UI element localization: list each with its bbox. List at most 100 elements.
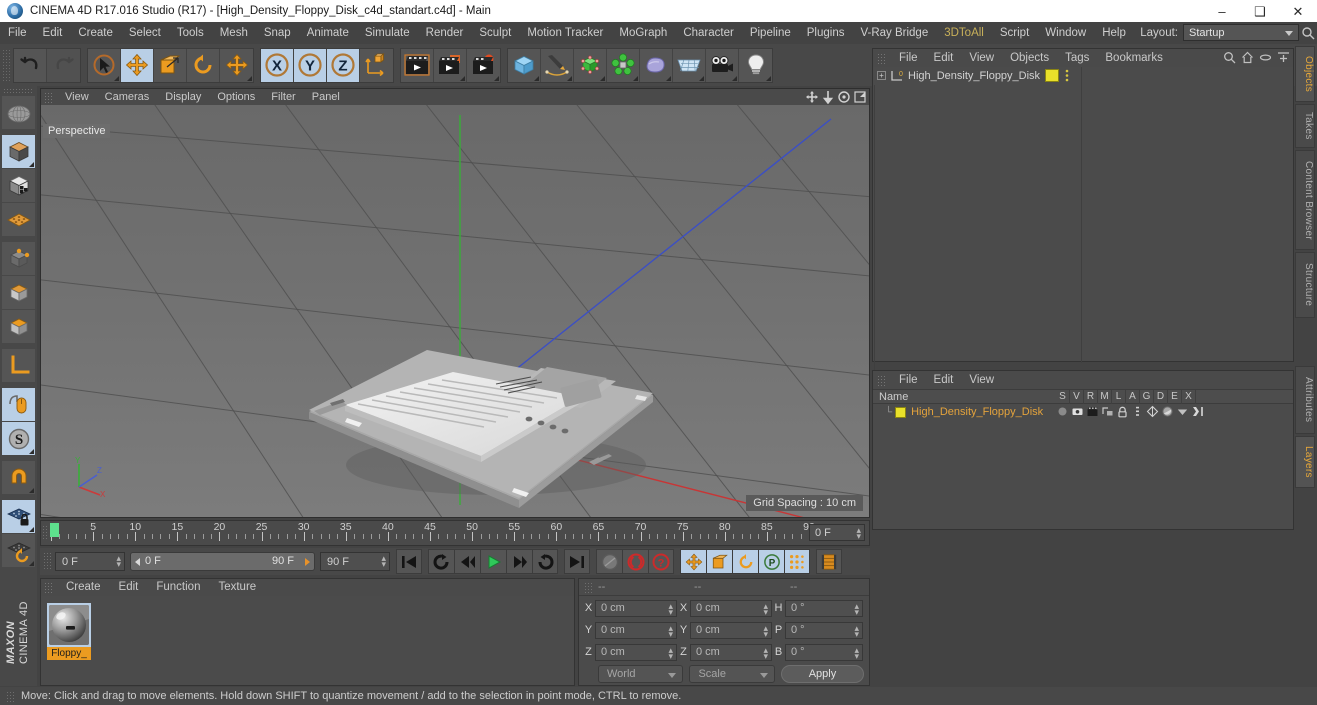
spinner-icon[interactable]: ▴ ▾: [668, 601, 673, 616]
parameter-key-button[interactable]: P: [758, 549, 784, 574]
menu-mesh[interactable]: Mesh: [212, 22, 256, 44]
loop-playback-button[interactable]: [532, 549, 558, 574]
menu-render[interactable]: Render: [418, 22, 472, 44]
timeline-view-button[interactable]: [816, 549, 842, 574]
menu-mograph[interactable]: MoGraph: [611, 22, 675, 44]
play-forward-button[interactable]: [480, 549, 506, 574]
spinner-icon[interactable]: ▴ ▾: [763, 601, 768, 616]
play-backwards-loop-button[interactable]: [428, 549, 454, 574]
array-modeling-button[interactable]: [607, 48, 640, 82]
menu-select[interactable]: Select: [121, 22, 169, 44]
magnet-tool-button[interactable]: [2, 461, 35, 494]
step-forward-button[interactable]: [506, 549, 532, 574]
menu-edit[interactable]: Edit: [35, 22, 71, 44]
tab-objects[interactable]: Objects: [1295, 46, 1315, 102]
rotation-h-input[interactable]: 0 ° ▴ ▾: [785, 599, 863, 617]
left-toolbar-grip[interactable]: [3, 88, 34, 95]
undo-button[interactable]: [14, 48, 47, 82]
spinner-icon[interactable]: ▴ ▾: [856, 526, 861, 541]
search-icon[interactable]: [1223, 51, 1236, 64]
spinner-icon[interactable]: ▴ ▾: [763, 645, 768, 660]
viewport-menu-options[interactable]: Options: [209, 89, 263, 105]
minimize-button[interactable]: –: [1203, 0, 1241, 22]
menu-plugins[interactable]: Plugins: [799, 22, 853, 44]
timeline-grip[interactable]: [42, 525, 49, 541]
transform-mode-dropdown[interactable]: Scale: [689, 665, 775, 683]
cube-primitive-button[interactable]: [508, 48, 541, 82]
timeline-current-frame-field[interactable]: 0 F ▴ ▾: [809, 524, 865, 541]
object-menu-view[interactable]: View: [961, 49, 1002, 67]
tab-structure[interactable]: Structure: [1295, 252, 1315, 318]
menu-file[interactable]: File: [0, 22, 35, 44]
material-manager-grip[interactable]: [44, 582, 53, 593]
material-menu-texture[interactable]: Texture: [209, 579, 265, 596]
move-camera-icon[interactable]: [805, 90, 819, 104]
size-y-input[interactable]: 0 cm ▴ ▾: [690, 621, 772, 639]
points-mode-button[interactable]: [2, 242, 35, 275]
layer-manager[interactable]: File Edit View Name S V R M L A G D E X …: [872, 370, 1294, 530]
column-a[interactable]: A: [1126, 390, 1140, 404]
polygons-mode-button[interactable]: [2, 310, 35, 343]
viewport-menu-filter[interactable]: Filter: [263, 89, 303, 105]
move-tool-button[interactable]: [121, 48, 154, 82]
keyframe-selection-button[interactable]: ?: [648, 549, 674, 574]
menu-window[interactable]: Window: [1037, 22, 1094, 44]
pen-spline-button[interactable]: [541, 48, 574, 82]
link-icon[interactable]: [1259, 51, 1272, 64]
rotation-key-button[interactable]: [732, 549, 758, 574]
layer-color-swatch[interactable]: [895, 406, 907, 418]
position-y-input[interactable]: 0 cm ▴ ▾: [595, 621, 677, 639]
light-button[interactable]: [739, 48, 772, 82]
spinner-icon[interactable]: ▴ ▾: [668, 623, 673, 638]
object-menu-bookmarks[interactable]: Bookmarks: [1097, 49, 1171, 67]
point-level-animation-button[interactable]: [784, 549, 810, 574]
home-icon[interactable]: [1241, 51, 1254, 64]
timeline-playhead[interactable]: [50, 523, 59, 537]
deformer-icon[interactable]: [1146, 405, 1159, 418]
layer-manager-grip[interactable]: [877, 374, 886, 386]
tool-icon[interactable]: [1191, 405, 1204, 418]
tab-content-browser[interactable]: Content Browser: [1295, 150, 1315, 250]
position-z-input[interactable]: 0 cm ▴ ▾: [595, 643, 677, 661]
rotate-tool-button[interactable]: [187, 48, 220, 82]
layer-menu-view[interactable]: View: [961, 371, 1002, 389]
menu-vray-bridge[interactable]: V-Ray Bridge: [852, 22, 936, 44]
live-selection-tool-button[interactable]: [88, 48, 121, 82]
deformer-bend-button[interactable]: [640, 48, 673, 82]
column-m[interactable]: M: [1098, 390, 1112, 404]
status-bar-grip[interactable]: [6, 690, 15, 702]
list-icon[interactable]: [1131, 405, 1144, 418]
layer-menu-edit[interactable]: Edit: [926, 371, 962, 389]
viewport-canvas[interactable]: Perspective Grid Spacing : 10 cm Y X Z: [41, 105, 869, 517]
model-mode-button[interactable]: [2, 135, 35, 168]
material-name-label[interactable]: Floppy_: [47, 647, 91, 660]
object-menu-tags[interactable]: Tags: [1057, 49, 1097, 67]
maximize-viewport-icon[interactable]: [853, 90, 867, 104]
material-icon[interactable]: [1101, 405, 1114, 418]
render-icon[interactable]: [1086, 405, 1099, 418]
spinner-icon[interactable]: ▴ ▾: [854, 601, 859, 616]
orbit-camera-icon[interactable]: [837, 90, 851, 104]
column-s[interactable]: S: [1056, 390, 1070, 404]
texture-mode-button[interactable]: [2, 169, 35, 202]
object-manager-grip[interactable]: [877, 52, 886, 64]
object-menu-edit[interactable]: Edit: [926, 49, 962, 67]
scene-floor-button[interactable]: [673, 48, 706, 82]
spinner-icon[interactable]: ▴ ▾: [854, 645, 859, 660]
smooth-icon[interactable]: [1161, 405, 1174, 418]
timeline-ruler[interactable]: 051015202530354045505560657075808590 0 F…: [40, 520, 870, 546]
menu-motion-tracker[interactable]: Motion Tracker: [519, 22, 611, 44]
viewport-solo-button[interactable]: S: [2, 422, 35, 455]
autokeying-button[interactable]: [622, 549, 648, 574]
make-editable-button[interactable]: [2, 96, 35, 129]
coordinate-system-dropdown[interactable]: World: [598, 665, 684, 683]
close-button[interactable]: ✕: [1279, 0, 1317, 22]
column-e[interactable]: E: [1168, 390, 1182, 404]
layer-row[interactable]: └ High_Density_Floppy_Disk: [873, 404, 1293, 420]
axis-mode-button[interactable]: [2, 349, 35, 382]
axis-lock-y-button[interactable]: Y: [294, 48, 327, 82]
column-l[interactable]: L: [1112, 390, 1126, 404]
spinner-icon[interactable]: ▴ ▾: [763, 623, 768, 638]
dolly-camera-icon[interactable]: [821, 90, 835, 104]
spinner-icon[interactable]: ▴ ▾: [116, 554, 121, 569]
